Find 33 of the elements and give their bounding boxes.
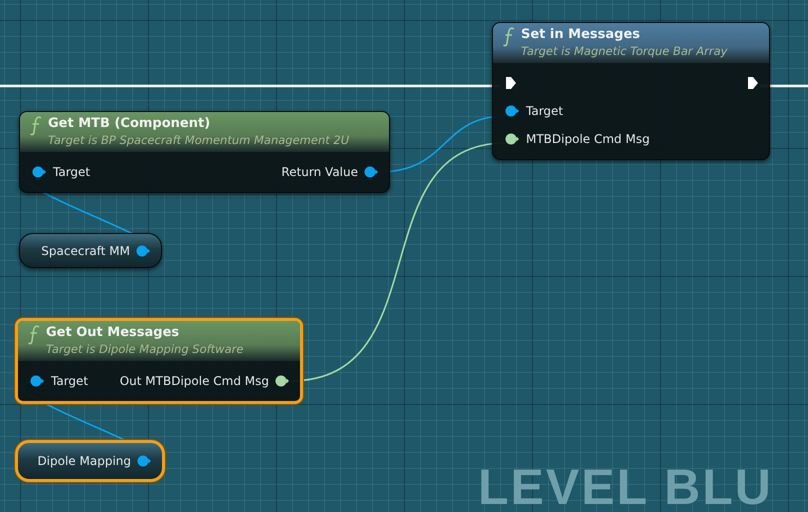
pin-label: Target xyxy=(53,165,90,179)
function-icon xyxy=(28,325,40,345)
graph-watermark: LEVEL BLU xyxy=(478,464,773,510)
pin-label: Target xyxy=(526,104,564,118)
node-subtitle: Target is BP Spacecraft Momentum Management 2U xyxy=(48,133,350,147)
variable-node[interactable]: Dipole Mapping xyxy=(15,440,165,482)
exec-pin-icon[interactable] xyxy=(747,76,759,90)
node-subtitle: Target is Magnetic Torque Bar Array xyxy=(521,44,728,58)
function-icon xyxy=(503,27,515,47)
data-pin-icon[interactable] xyxy=(505,133,520,145)
variable-name: Dipole Mapping xyxy=(37,454,131,468)
data-pin-icon[interactable] xyxy=(136,244,151,256)
pin-label: MTBDipole Cmd Msg xyxy=(526,132,650,146)
node-subtitle: Target is Dipole Mapping Software xyxy=(46,342,244,356)
node-title: Set in Messages xyxy=(521,27,642,42)
data-pin-icon[interactable] xyxy=(30,375,45,387)
data-pin-icon[interactable] xyxy=(32,166,47,178)
data-pin-icon[interactable] xyxy=(364,166,379,178)
function-node[interactable]: Set in Messages Target is Magnetic Torque Bar Array Target MTBDipole Cmd Msg xyxy=(492,22,770,160)
pin-label: Target xyxy=(51,374,88,388)
data-pin-icon[interactable] xyxy=(505,105,520,117)
data-pin-icon[interactable] xyxy=(137,455,152,467)
node-title: Get Out Messages xyxy=(46,325,180,340)
variable-node[interactable]: Spacecraft MM xyxy=(19,233,162,268)
function-icon xyxy=(30,116,42,136)
function-node[interactable]: Get MTB (Component) Target is BP Spacecraft Momentum Management 2U Target Return Value xyxy=(19,111,390,193)
function-node[interactable]: Get Out Messages Target is Dipole Mapping Software Target Out MTBDipole Cmd Msg xyxy=(15,318,303,404)
node-title: Get MTB (Component) xyxy=(48,116,212,131)
pin-label: Return Value xyxy=(281,165,358,179)
pin-label: Out MTBDipole Cmd Msg xyxy=(120,374,269,388)
variable-name: Spacecraft MM xyxy=(41,244,130,258)
exec-pin-icon[interactable] xyxy=(505,76,517,90)
data-pin-icon[interactable] xyxy=(275,375,290,387)
